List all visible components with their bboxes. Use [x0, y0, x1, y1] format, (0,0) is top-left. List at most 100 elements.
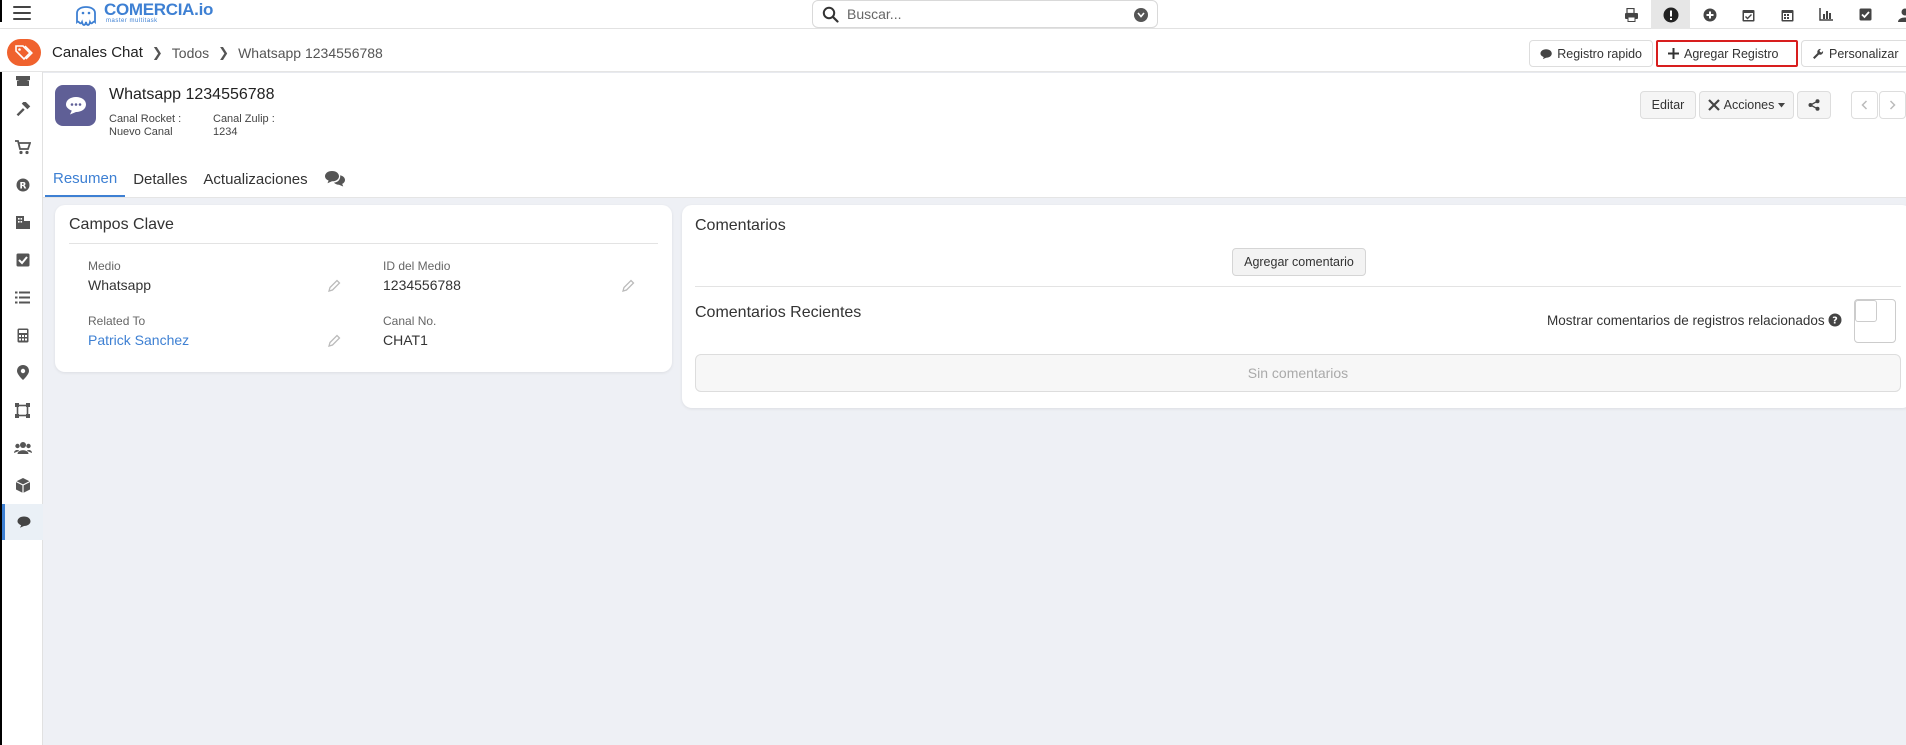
- share-icon: [1808, 99, 1820, 111]
- vector-square-icon: [15, 402, 30, 418]
- chevron-right-icon: ❯: [151, 44, 163, 60]
- comments-icon: [324, 171, 345, 187]
- divider: [695, 286, 1901, 287]
- pencil-icon[interactable]: [328, 279, 341, 292]
- tab-actualizaciones[interactable]: Actualizaciones: [195, 161, 315, 197]
- sidebar-item-tasks[interactable]: [2, 242, 43, 278]
- tab-comments[interactable]: [316, 161, 354, 197]
- add-comment-button[interactable]: Agregar comentario: [1232, 248, 1366, 276]
- building-icon: [15, 215, 30, 229]
- add-record-label: Agregar Registro: [1684, 46, 1779, 61]
- search-input[interactable]: [847, 5, 1117, 23]
- printer-icon[interactable]: [1612, 0, 1651, 29]
- svg-text:?: ?: [1832, 316, 1838, 327]
- field-value-medio: Whatsapp: [88, 277, 152, 293]
- edit-button[interactable]: Editar: [1640, 91, 1696, 119]
- sidebar-item-shapes[interactable]: [2, 392, 43, 428]
- calendar-check-icon[interactable]: [1729, 0, 1768, 29]
- top-bar: COMERCIA.io master multitask: [0, 0, 1906, 29]
- search-box[interactable]: [812, 0, 1158, 28]
- menu-icon[interactable]: [13, 6, 31, 22]
- previous-record-button[interactable]: [1851, 91, 1878, 119]
- record-header: Whatsapp 1234556788 Canal Rocket : Nuevo…: [43, 73, 1906, 198]
- actions-label: Acciones: [1723, 98, 1775, 112]
- field-value-canal-no: CHAT1: [383, 332, 428, 348]
- comments-card: Comentarios Agregar comentario Comentari…: [682, 205, 1906, 408]
- summary-field-value: Nuevo Canal: [109, 126, 173, 138]
- tags-icon[interactable]: [7, 39, 41, 66]
- edit-label: Editar: [1651, 98, 1685, 112]
- list-icon: [15, 291, 30, 303]
- alert-icon[interactable]: [1651, 0, 1690, 29]
- plus-icon: [1668, 48, 1679, 59]
- field-label-canal-no: Canal No.: [383, 314, 437, 328]
- sidebar-item-products[interactable]: [2, 467, 43, 503]
- cube-icon: [15, 477, 30, 493]
- calendar-icon[interactable]: [1768, 0, 1807, 29]
- map-marker-icon: [16, 364, 29, 380]
- cart-icon: [14, 139, 31, 154]
- svg-text:R: R: [19, 182, 26, 192]
- divider: [69, 243, 658, 244]
- quick-create-label: Registro rapido: [1557, 46, 1642, 61]
- chevron-down-icon[interactable]: [1134, 8, 1148, 22]
- octopus-logo-icon: [76, 6, 96, 26]
- pencil-icon[interactable]: [328, 334, 341, 347]
- comments-title: Comentarios: [695, 217, 786, 234]
- sidebar-item-chat-channels[interactable]: [2, 504, 43, 540]
- tab-detalles[interactable]: Detalles: [125, 161, 195, 197]
- share-button[interactable]: [1797, 91, 1831, 119]
- customize-button[interactable]: Personalizar: [1801, 40, 1906, 67]
- field-value-related-to-link[interactable]: Patrick Sanchez: [88, 332, 189, 348]
- sidebar-item-documents[interactable]: [2, 204, 43, 240]
- record-tabs: Resumen Detalles Actualizaciones: [45, 161, 354, 197]
- brand-tagline: master multitask: [106, 18, 158, 24]
- sidebar-item-calculator[interactable]: [2, 317, 43, 353]
- no-comments-message: Sin comentarios: [695, 354, 1901, 392]
- show-related-comments-label: Mostrar comentarios de registros relacio…: [1547, 313, 1825, 328]
- hammer-icon: [16, 102, 30, 117]
- show-related-comments-toggle[interactable]: [1854, 299, 1896, 343]
- quick-create-button[interactable]: Registro rapido: [1529, 40, 1653, 67]
- breadcrumb-list[interactable]: Todos: [172, 45, 209, 61]
- customize-label: Personalizar: [1829, 46, 1899, 61]
- registered-icon: R: [16, 178, 29, 192]
- summary-field-label: Canal Rocket :: [109, 113, 182, 125]
- logo[interactable]: COMERCIA.io master multitask: [72, 0, 213, 29]
- box-open-icon: [15, 76, 30, 86]
- checkbox-icon[interactable]: [1846, 0, 1885, 29]
- user-icon[interactable]: [1885, 0, 1906, 29]
- chart-icon[interactable]: [1807, 0, 1846, 29]
- recent-comments-title: Comentarios Recientes: [695, 304, 862, 321]
- next-record-button[interactable]: [1879, 91, 1906, 119]
- calculator-icon: [17, 328, 28, 342]
- brand-name: COMERCIA.io: [104, 0, 214, 19]
- comment-icon: [17, 516, 31, 528]
- actions-button[interactable]: Acciones: [1699, 91, 1794, 119]
- add-record-button[interactable]: Agregar Registro: [1656, 40, 1798, 67]
- tab-resumen[interactable]: Resumen: [45, 161, 126, 197]
- field-label-related-to: Related To: [88, 314, 146, 328]
- sidebar-item-location[interactable]: [2, 354, 43, 390]
- breadcrumb-bar: Canales Chat ❯ Todos ❯ Whatsapp 12345567…: [0, 29, 1906, 72]
- sidebar-item-registered[interactable]: R: [2, 167, 43, 203]
- sidebar-item-tools[interactable]: [2, 92, 43, 128]
- breadcrumb-module[interactable]: Canales Chat: [52, 44, 143, 61]
- summary-field-value: 1234: [213, 126, 238, 138]
- sidebar-item-box[interactable]: [2, 72, 43, 90]
- breadcrumb-record: Whatsapp 1234556788: [238, 44, 383, 61]
- pencil-icon[interactable]: [622, 279, 635, 292]
- help-icon[interactable]: ?: [1828, 313, 1842, 327]
- sidebar-item-list[interactable]: [2, 279, 43, 315]
- sidebar: R: [0, 72, 43, 745]
- search-icon: [822, 6, 839, 23]
- sidebar-item-users[interactable]: [2, 429, 43, 465]
- field-label-id-medio: ID del Medio: [383, 259, 451, 273]
- chevron-right-icon: [1889, 100, 1896, 110]
- sidebar-item-shop[interactable]: [2, 129, 43, 165]
- key-fields-title: Campos Clave: [69, 216, 174, 233]
- plus-circle-icon[interactable]: [1690, 0, 1729, 29]
- key-fields-card: Campos Clave Medio Whatsapp ID del Medio…: [55, 205, 672, 372]
- comment-icon: [1540, 48, 1552, 59]
- tools-icon: [1707, 99, 1720, 111]
